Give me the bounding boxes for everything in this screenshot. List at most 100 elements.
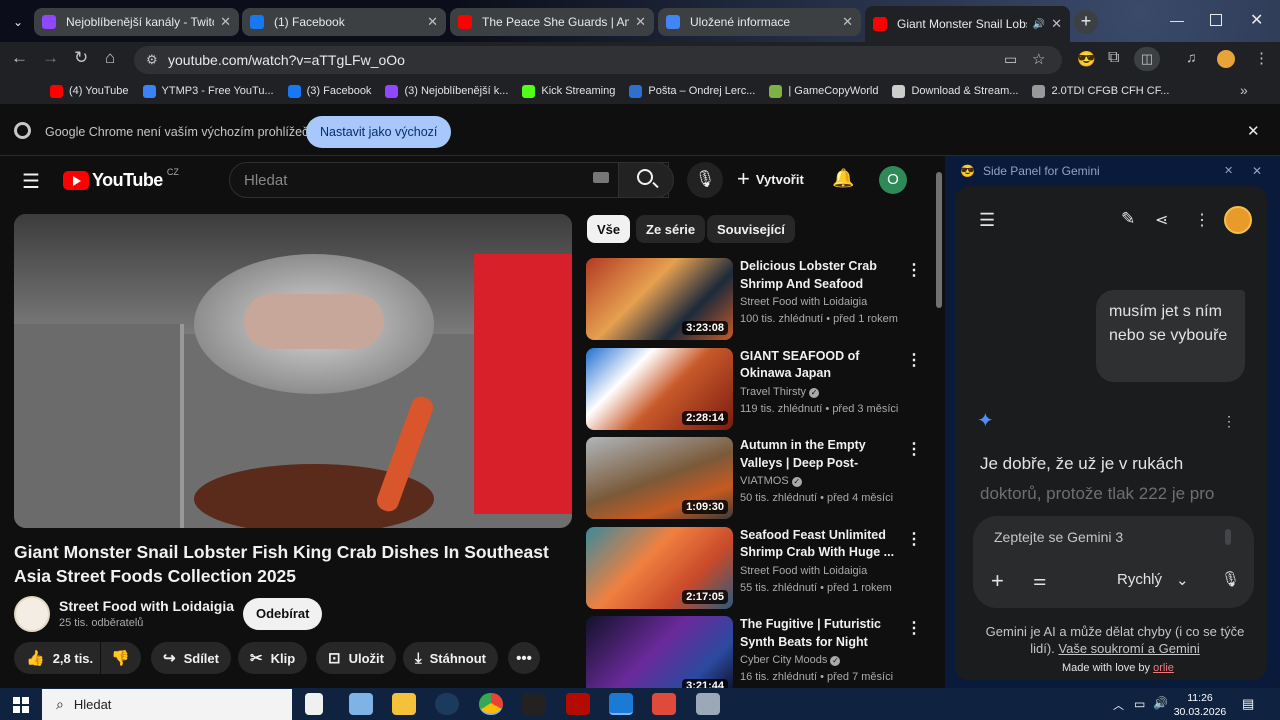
recommendation-menu-icon[interactable]: ⋮ [906, 260, 922, 280]
tab-close-icon[interactable]: ✕ [635, 14, 646, 30]
minimize-button[interactable]: — [1170, 12, 1184, 28]
profile-avatar[interactable] [1217, 50, 1235, 68]
tab-0[interactable]: Nejoblíbenější kanály - Twitch ✕ [34, 8, 239, 36]
tray-overflow-icon[interactable]: ︿ [1113, 697, 1124, 713]
video-player[interactable] [14, 214, 572, 528]
media-control-icon[interactable]: ♫ [1186, 49, 1197, 65]
tab-close-icon[interactable]: ✕ [1051, 16, 1062, 32]
microphone-icon[interactable]: 🎙 [1221, 570, 1240, 588]
notifications-bell-icon[interactable]: 🔔 [832, 168, 854, 189]
download-button[interactable]: ⤓ Stáhnout [403, 642, 498, 674]
panel-unpin-icon[interactable]: ✕ [1224, 164, 1233, 177]
recommendation-item[interactable]: 2:28:14 GIANT SEAFOOD of Okinawa Japan Tra… [586, 347, 936, 432]
recommendation-title[interactable]: The Fugitive | Futuristic Synth Beats fo… [740, 616, 910, 652]
chip-all[interactable]: Vše [587, 215, 631, 243]
new-chat-icon[interactable]: ✎ [1121, 209, 1135, 229]
channel-avatar[interactable] [14, 596, 50, 632]
home-icon[interactable]: ⌂ [105, 48, 115, 68]
tab-search-icon[interactable]: ⌄ [8, 12, 28, 32]
tab-close-icon[interactable]: ✕ [427, 14, 438, 30]
account-avatar[interactable]: O [879, 166, 907, 194]
set-default-button[interactable]: Nastavit jako výchozí [306, 116, 452, 148]
taskbar-search-box[interactable]: ⌕ Hledat [42, 689, 292, 720]
adobe-icon[interactable] [566, 693, 590, 715]
bookmark-item[interactable]: (3) Facebook [287, 84, 371, 98]
bookmark-item[interactable]: | GameCopyWorld [769, 84, 878, 98]
tray-volume-icon[interactable]: 🔊 [1153, 696, 1168, 710]
create-button[interactable]: + Vytvořit [737, 168, 804, 190]
add-attachment-icon[interactable]: + [991, 568, 1004, 594]
recommendation-thumbnail[interactable]: 3:23:08 [586, 258, 733, 340]
bookmark-star-icon[interactable]: ☆ [1032, 50, 1045, 68]
new-tab-button[interactable]: + [1074, 10, 1098, 34]
recommendation-menu-icon[interactable]: ⋮ [906, 350, 922, 370]
voice-search-button[interactable]: 🎙 [687, 162, 723, 198]
steam-icon[interactable] [435, 693, 459, 715]
recommendation-thumbnail[interactable]: 3:21:44 [586, 616, 733, 698]
network-drive-icon[interactable] [696, 693, 720, 715]
tab-3[interactable]: Uložené informace ✕ [658, 8, 861, 36]
tab-close-icon[interactable]: ✕ [220, 14, 231, 30]
back-icon[interactable]: ← [11, 48, 28, 68]
bookmark-item[interactable]: (4) YouTube [50, 84, 129, 98]
bookmark-item[interactable]: Kick Streaming [522, 84, 615, 98]
bookmark-item[interactable]: 2.0TDI CFGB CFH CF... [1032, 84, 1169, 98]
gemini-more-icon[interactable]: ⋮ [1194, 210, 1210, 230]
tab-1[interactable]: (1) Facebook ✕ [242, 8, 446, 36]
recommendation-menu-icon[interactable]: ⋮ [906, 618, 922, 638]
infobar-close-icon[interactable]: ✕ [1247, 122, 1260, 140]
snipping-tool-icon[interactable] [609, 693, 633, 715]
youtube-logo[interactable]: YouTube CZ [63, 167, 179, 191]
recommendation-thumbnail[interactable]: 2:28:14 [586, 347, 733, 430]
reload-icon[interactable]: ↻ [74, 48, 88, 68]
chrome-menu-icon[interactable]: ⋮ [1254, 49, 1269, 67]
save-button[interactable]: ⊡ Uložit [316, 642, 396, 674]
install-app-icon[interactable]: ▭ [1004, 51, 1017, 68]
tray-network-icon[interactable]: ▭ [1134, 697, 1145, 711]
recommendation-title[interactable]: Seafood Feast Unlimited Shrimp Crab With… [740, 527, 910, 562]
page-scrollbar[interactable] [936, 172, 942, 308]
address-bar[interactable]: ⚙ youtube.com/watch?v=aTTgLFw_oOo ▭ ☆ [134, 46, 1062, 74]
model-mode-selector[interactable]: Rychlý ⌄ [1117, 571, 1189, 589]
side-panel-icon[interactable]: ◫ [1134, 47, 1160, 71]
recommendation-title[interactable]: GIANT SEAFOOD of Okinawa Japan [740, 348, 910, 383]
gemini-profile-avatar[interactable] [1224, 206, 1252, 234]
tab-audio-icon[interactable]: 🔊 [1033, 19, 1045, 30]
share-button[interactable]: ↪ Sdílet [151, 642, 231, 674]
recommendation-menu-icon[interactable]: ⋮ [906, 439, 922, 459]
speaker-app-icon[interactable] [652, 693, 676, 715]
author-link[interactable]: orlie [1153, 662, 1174, 674]
share-chat-icon[interactable]: ⋖ [1155, 210, 1168, 230]
chip-related[interactable]: Související [707, 215, 795, 243]
start-windows-icon[interactable] [13, 697, 29, 713]
recommendation-title[interactable]: Delicious Lobster Crab Shrimp And Seafoo… [740, 258, 910, 294]
recommendation-menu-icon[interactable]: ⋮ [906, 529, 922, 549]
bookmark-item[interactable]: Download & Stream... [892, 84, 1018, 98]
extensions-puzzle-icon[interactable]: ⧉ [1108, 49, 1119, 67]
widget-icon[interactable] [305, 693, 323, 715]
notification-center-icon[interactable]: ▤ [1242, 696, 1254, 712]
bookmark-item[interactable]: (3) Nejoblíbenější k... [385, 84, 508, 98]
extension-emoji-icon[interactable]: 😎 [1077, 50, 1096, 68]
chrome-taskbar-icon[interactable] [479, 693, 503, 715]
clip-button[interactable]: ✂ Klip [238, 642, 308, 674]
prompt-input[interactable]: Zeptejte se Gemini 3 [994, 529, 1123, 545]
mail-app-icon[interactable] [349, 693, 373, 715]
recommendation-thumbnail[interactable]: 1:09:30 [586, 437, 733, 519]
recommendation-item[interactable]: 1:09:30 Autumn in the Empty Valleys | Dee… [586, 437, 936, 521]
bookmark-item[interactable]: Pošta – Ondrej Lerc... [629, 84, 755, 98]
panel-close-icon[interactable]: ✕ [1252, 164, 1262, 178]
recommendation-thumbnail[interactable]: 2:17:05 [586, 526, 733, 609]
close-window-button[interactable]: ✕ [1250, 10, 1263, 30]
tab-2[interactable]: The Peace She Guards | Ambien ✕ [450, 8, 654, 36]
recommendation-item[interactable]: 2:17:05 Seafood Feast Unlimited Shrimp Cr… [586, 526, 936, 611]
like-button[interactable]: 👍 2,8 tis. [14, 642, 100, 674]
chip-from-series[interactable]: Ze série [636, 215, 706, 243]
recommendation-item[interactable]: 3:23:08 Delicious Lobster Crab Shrimp And… [586, 258, 936, 342]
more-actions-button[interactable]: ••• [508, 642, 540, 674]
bookmarks-overflow-icon[interactable]: » [1240, 82, 1248, 98]
recommendation-title[interactable]: Autumn in the Empty Valleys | Deep Post-… [740, 437, 910, 473]
forward-icon[interactable]: → [42, 48, 59, 68]
tools-icon[interactable]: ⚌ [1033, 571, 1046, 589]
bookmark-item[interactable]: YTMP3 - Free YouTu... [142, 84, 274, 98]
